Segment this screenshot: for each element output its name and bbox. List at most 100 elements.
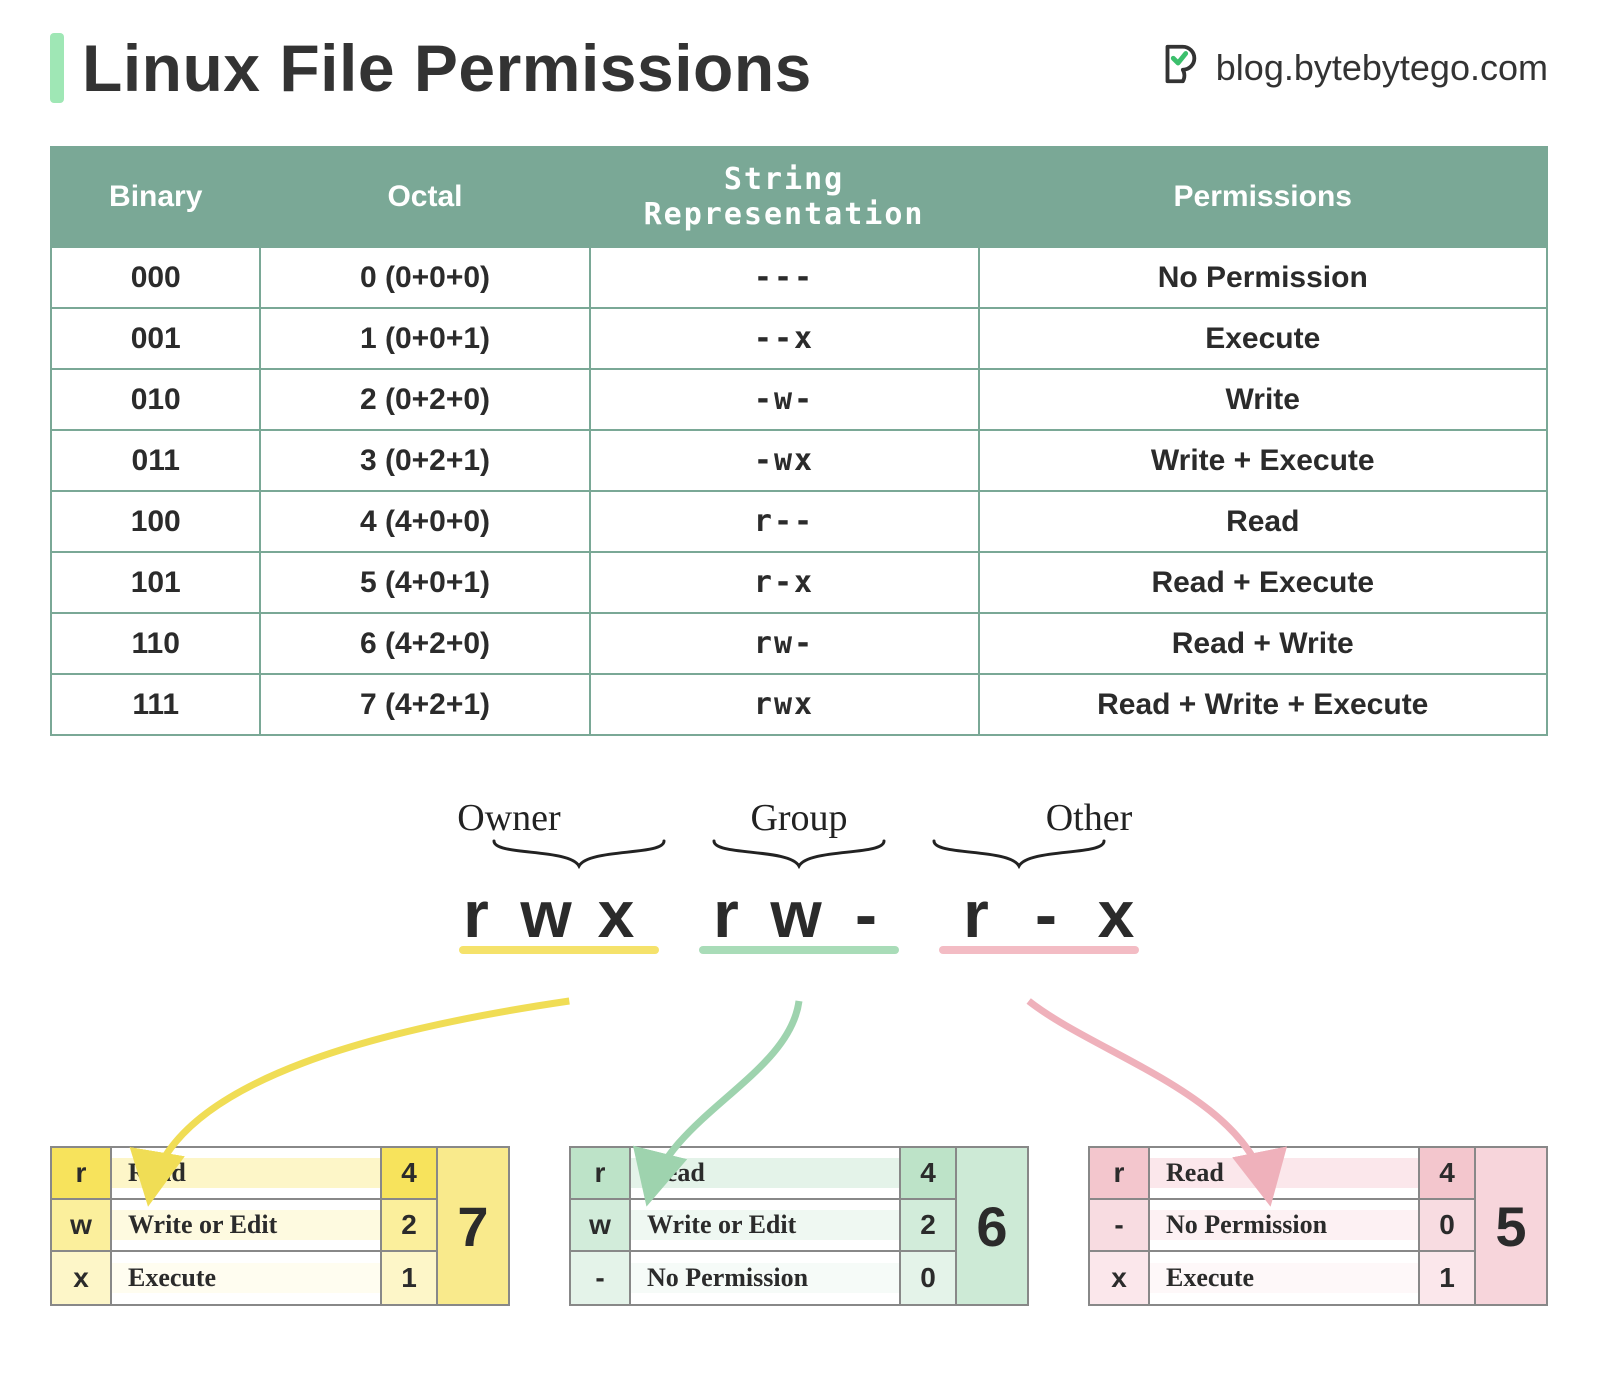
breakdown-row: rRead4	[571, 1148, 955, 1200]
title-wrap: Linux File Permissions	[50, 30, 812, 106]
perm-desc: Read	[631, 1158, 899, 1188]
role-other: Other	[999, 796, 1179, 840]
table-row: 1004 (4+0+0)r--Read	[51, 491, 1547, 552]
underline-owner	[459, 946, 659, 954]
perm-value: 4	[380, 1148, 436, 1198]
breakdown-row: -No Permission0	[1090, 1200, 1474, 1252]
perm-value: 2	[380, 1200, 436, 1250]
cell-perm: Read	[979, 491, 1548, 552]
cell-octal: 2 (0+2+0)	[260, 369, 589, 430]
cell-perm: No Permission	[979, 247, 1548, 308]
cell-octal: 3 (0+2+1)	[260, 430, 589, 491]
cell-string: rwx	[590, 674, 979, 735]
perm-symbol: x	[1090, 1252, 1150, 1304]
breakdown-box-pink: rRead4-No Permission0xExecute15	[1088, 1146, 1548, 1306]
cell-perm: Read + Write + Execute	[979, 674, 1548, 735]
breakdown-sum: 5	[1476, 1148, 1546, 1304]
perm-value: 1	[1418, 1252, 1474, 1304]
brand-block: blog.bytebytego.com	[1156, 41, 1548, 96]
breakdown-row: rRead4	[52, 1148, 436, 1200]
breakdown-box-yellow: rRead4wWrite or Edit2xExecute17	[50, 1146, 510, 1306]
breakdown-row: -No Permission0	[571, 1252, 955, 1304]
table-row: 0000 (0+0+0)---No Permission	[51, 247, 1547, 308]
perm-desc: No Permission	[631, 1263, 899, 1293]
cell-perm: Write	[979, 369, 1548, 430]
th-perm: Permissions	[979, 147, 1548, 247]
rwx-char: -	[1019, 876, 1079, 952]
cell-string: -w-	[590, 369, 979, 430]
cell-octal: 5 (4+0+1)	[260, 552, 589, 613]
cell-string: ---	[590, 247, 979, 308]
cell-string: --x	[590, 308, 979, 369]
cell-string: r--	[590, 491, 979, 552]
rwx-char: r	[949, 876, 1009, 952]
breakdown-row: xExecute1	[52, 1252, 436, 1304]
rwx-char: w	[519, 876, 579, 952]
cell-binary: 011	[51, 430, 260, 491]
breakdown-row: wWrite or Edit2	[571, 1200, 955, 1252]
cell-binary: 111	[51, 674, 260, 735]
th-octal: Octal	[260, 147, 589, 247]
breakdown-sum: 7	[438, 1148, 508, 1304]
table-row: 0102 (0+2+0)-w-Write	[51, 369, 1547, 430]
perm-symbol: x	[52, 1252, 112, 1304]
brace-row	[50, 836, 1548, 872]
brace-icon	[929, 836, 1109, 872]
table-row: 0011 (0+0+1)--xExecute	[51, 308, 1547, 369]
cell-string: rw-	[590, 613, 979, 674]
rwx-char: r	[699, 876, 759, 952]
cell-octal: 4 (4+0+0)	[260, 491, 589, 552]
role-owner: Owner	[419, 796, 599, 840]
cell-string: r-x	[590, 552, 979, 613]
cell-octal: 1 (0+0+1)	[260, 308, 589, 369]
perm-value: 2	[899, 1200, 955, 1250]
perm-value: 0	[899, 1252, 955, 1304]
breakdown-sum: 6	[957, 1148, 1027, 1304]
cell-binary: 010	[51, 369, 260, 430]
cell-perm: Read + Write	[979, 613, 1548, 674]
breakdown-boxes: rRead4wWrite or Edit2xExecute17rRead4wWr…	[50, 1146, 1548, 1306]
table-row: 1117 (4+2+1)rwxRead + Write + Execute	[51, 674, 1547, 735]
page-header: Linux File Permissions blog.bytebytego.c…	[50, 30, 1548, 106]
table-row: 1015 (4+0+1)r-xRead + Execute	[51, 552, 1547, 613]
cell-octal: 0 (0+0+0)	[260, 247, 589, 308]
role-labels: Owner Group Other	[50, 796, 1548, 840]
perm-value: 0	[1418, 1200, 1474, 1250]
page-title: Linux File Permissions	[82, 30, 812, 106]
underline-group	[699, 946, 899, 954]
brace-icon	[489, 836, 669, 872]
perm-symbol: -	[571, 1252, 631, 1304]
brand-text: blog.bytebytego.com	[1216, 47, 1548, 89]
breakdown-box-green: rRead4wWrite or Edit2-No Permission06	[569, 1146, 1029, 1306]
perm-desc: No Permission	[1150, 1210, 1418, 1240]
perm-desc: Write or Edit	[631, 1210, 899, 1240]
cell-binary: 000	[51, 247, 260, 308]
underline-row	[50, 946, 1548, 954]
cell-binary: 001	[51, 308, 260, 369]
table-row: 0113 (0+2+1)-wxWrite + Execute	[51, 430, 1547, 491]
rwx-string: rwxrw-r-x	[50, 876, 1548, 952]
perm-value: 1	[380, 1252, 436, 1304]
brace-icon	[709, 836, 889, 872]
perm-value: 4	[899, 1148, 955, 1198]
perm-symbol: r	[571, 1148, 631, 1198]
th-binary: Binary	[51, 147, 260, 247]
cell-binary: 101	[51, 552, 260, 613]
perm-desc: Execute	[112, 1263, 380, 1293]
perm-desc: Write or Edit	[112, 1210, 380, 1240]
perm-desc: Read	[112, 1158, 380, 1188]
example-string-section: Owner Group Other rwxrw-r-x	[50, 796, 1548, 1056]
breakdown-row: xExecute1	[1090, 1252, 1474, 1304]
underline-other	[939, 946, 1139, 954]
permissions-table: Binary Octal String Representation Permi…	[50, 146, 1548, 736]
cell-perm: Read + Execute	[979, 552, 1548, 613]
table-row: 1106 (4+2+0)rw-Read + Write	[51, 613, 1547, 674]
perm-value: 4	[1418, 1148, 1474, 1198]
perm-desc: Read	[1150, 1158, 1418, 1188]
rwx-char: x	[1089, 876, 1149, 952]
perm-symbol: r	[1090, 1148, 1150, 1198]
perm-symbol: -	[1090, 1200, 1150, 1250]
role-group: Group	[709, 796, 889, 840]
th-string: String Representation	[590, 147, 979, 247]
perm-desc: Execute	[1150, 1263, 1418, 1293]
